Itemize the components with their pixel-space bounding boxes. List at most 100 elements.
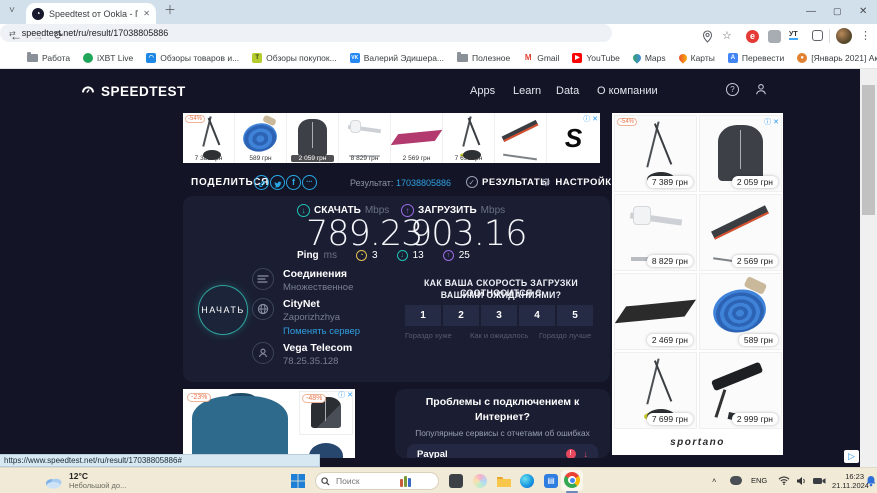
taskbar-search[interactable] bbox=[315, 472, 439, 490]
window-maximize-button[interactable]: ▢ bbox=[833, 6, 842, 17]
wifi-icon[interactable] bbox=[778, 476, 790, 485]
ad-product[interactable]: 7 699 грн bbox=[614, 352, 697, 429]
bookmark-perevesti[interactable]: АПеревести bbox=[728, 53, 784, 63]
ad-product[interactable]: -54% 7 389 грн bbox=[614, 115, 697, 192]
ad-product[interactable]: -54% 7 389 грн bbox=[183, 113, 235, 163]
ad-product[interactable]: 589 грн bbox=[699, 273, 782, 350]
ad-product[interactable]: 2 569 грн bbox=[391, 113, 443, 163]
share-facebook-icon[interactable]: f bbox=[286, 175, 301, 190]
bookmark-january[interactable]: ●[Январь 2021] Акти... bbox=[797, 53, 877, 63]
ad-product[interactable]: 589 грн bbox=[235, 113, 287, 163]
nav-data[interactable]: Data bbox=[556, 85, 579, 97]
bookmark-youtube[interactable]: ▶YouTube bbox=[572, 53, 619, 63]
bookmark-gmail[interactable]: MGmail bbox=[523, 53, 559, 63]
tray-clock[interactable]: 16:23 21.11.2024 bbox=[832, 472, 864, 490]
nav-about[interactable]: О компании bbox=[597, 85, 658, 97]
share-link-icon[interactable] bbox=[254, 175, 269, 190]
rating-4-button[interactable]: 4 bbox=[519, 305, 555, 326]
bookmark-rabota[interactable]: Работа bbox=[27, 53, 70, 63]
bookmark-star-icon[interactable]: ☆ bbox=[722, 29, 732, 42]
ad-product[interactable]: 2 059 грн bbox=[287, 113, 339, 163]
bottom-ad[interactable]: -23% -48% ⓘ ✕ bbox=[183, 389, 355, 458]
user-icon[interactable] bbox=[754, 82, 768, 96]
search-input[interactable] bbox=[334, 475, 396, 487]
results-button[interactable]: ✓ РЕЗУЛЬТАТЫ bbox=[466, 176, 550, 188]
extension-e-icon[interactable]: e bbox=[746, 30, 759, 43]
weather-widget[interactable]: 12°C Небольшой до... bbox=[44, 472, 126, 490]
tray-chevron-icon[interactable]: ˄ bbox=[712, 476, 716, 485]
tab-search-icon[interactable]: ˅ bbox=[9, 6, 15, 16]
product-price: 2 059 грн bbox=[732, 176, 778, 188]
extensions-icon[interactable] bbox=[812, 30, 823, 41]
rating-2-button[interactable]: 2 bbox=[443, 305, 479, 326]
refresh-icon[interactable]: ⟳ bbox=[54, 29, 63, 43]
bookmark-maps[interactable]: Maps bbox=[633, 53, 666, 63]
nav-learn[interactable]: Learn bbox=[513, 85, 541, 97]
browser-tab[interactable]: ◔ Speedtest от Ookla - Глобальн ✕ bbox=[26, 3, 156, 24]
share-more-icon[interactable]: ••• bbox=[302, 175, 317, 190]
language-indicator[interactable]: ENG bbox=[751, 476, 767, 485]
extension-generic-icon[interactable] bbox=[768, 30, 781, 43]
settings-button[interactable]: ⚙ НАСТРОЙКИ bbox=[541, 176, 619, 189]
bookmark-obzory-pokupok[interactable]: TОбзоры покупок... bbox=[252, 53, 337, 63]
extension-ut-icon[interactable]: УТ bbox=[789, 31, 798, 40]
ad-info-close-icons[interactable]: ⓘ ✕ bbox=[583, 114, 598, 124]
camera-icon[interactable] bbox=[813, 477, 826, 485]
bookmark-obzory-tovarov[interactable]: ◠Обзоры товаров и... bbox=[146, 53, 239, 63]
ad-hoodie-tile[interactable]: -23% bbox=[183, 389, 297, 458]
store-icon[interactable]: ▤ bbox=[544, 474, 558, 488]
ad-info-close-icons[interactable]: ⓘ ✕ bbox=[338, 390, 353, 400]
top-banner-ad[interactable]: -54% 7 389 грн 589 грн 2 059 грн 8 829 г… bbox=[183, 113, 600, 163]
chrome-icon[interactable] bbox=[564, 472, 580, 488]
copilot-icon[interactable] bbox=[473, 474, 487, 488]
tray-device-icon[interactable] bbox=[730, 476, 742, 485]
tab-close-icon[interactable]: ✕ bbox=[143, 9, 150, 19]
browser-menu-icon[interactable]: ⋮ bbox=[860, 29, 871, 42]
ad-product[interactable]: 8 829 грн bbox=[339, 113, 391, 163]
bookmark-karty[interactable]: Карты bbox=[679, 53, 715, 63]
window-minimize-button[interactable]: — bbox=[806, 6, 816, 17]
ad-product[interactable] bbox=[495, 113, 547, 163]
ad-product[interactable]: 7 699 грн bbox=[443, 113, 495, 163]
ad-brand-cell[interactable]: S ⓘ ✕ bbox=[547, 113, 600, 163]
share-twitter-icon[interactable] bbox=[270, 175, 285, 190]
bookmark-valeriy[interactable]: VKВалерий Эдишера... bbox=[350, 53, 444, 63]
bookmark-ixbt[interactable]: iXBT Live bbox=[83, 53, 133, 63]
scrollbar-thumb[interactable] bbox=[862, 85, 875, 215]
speedtest-logo[interactable]: SPEEDTEST bbox=[80, 83, 186, 99]
rating-1-button[interactable]: 1 bbox=[405, 305, 441, 326]
rating-3-button[interactable]: 3 bbox=[481, 305, 517, 326]
ad-product[interactable]: 2 569 грн bbox=[699, 194, 782, 271]
new-tab-button[interactable]: ＋ bbox=[164, 5, 176, 15]
back-icon[interactable]: ← bbox=[10, 29, 22, 43]
profile-avatar[interactable] bbox=[836, 28, 852, 44]
notification-bell-icon[interactable] bbox=[866, 475, 876, 487]
service-row-paypal[interactable]: Paypal ! ↓ bbox=[407, 444, 598, 458]
file-explorer-icon[interactable] bbox=[496, 475, 512, 488]
ad-info-close-icons[interactable]: ⓘ ✕ bbox=[764, 117, 779, 127]
result-id-link[interactable]: 17038805886 bbox=[396, 178, 451, 188]
ad-product[interactable]: 2 999 грн bbox=[699, 352, 782, 429]
sportano-brand[interactable]: sportano bbox=[614, 437, 781, 448]
result-panel: ↓ СКАЧАТЬ Mbps 789.23 ↑ ЗАГРУЗИТЬ Mbps 9… bbox=[183, 196, 610, 382]
sidebar-ad[interactable]: -54% 7 389 грн ⓘ ✕ 2 059 грн 8 829 грн 2… bbox=[612, 113, 783, 455]
taskbar-app-dark-icon[interactable] bbox=[449, 474, 463, 488]
ad-product[interactable]: 2 469 грн bbox=[614, 273, 697, 350]
page-scrollbar[interactable] bbox=[860, 69, 877, 467]
location-icon[interactable] bbox=[702, 30, 713, 43]
ad-product[interactable]: ⓘ ✕ 2 059 грн bbox=[699, 115, 782, 192]
change-server-link[interactable]: Поменять сервер bbox=[283, 326, 360, 337]
edge-icon[interactable] bbox=[520, 474, 534, 488]
address-bar[interactable]: ⇄ speedtest.net/ru/result/17038805886 bbox=[0, 24, 612, 42]
adchoices-icon[interactable]: ▷ bbox=[844, 450, 859, 463]
bookmark-poleznoe[interactable]: Полезное bbox=[457, 53, 510, 63]
forward-icon[interactable]: → bbox=[32, 29, 44, 43]
help-icon[interactable]: ? bbox=[726, 83, 739, 96]
window-close-button[interactable]: ✕ bbox=[859, 6, 867, 17]
windows-start-button[interactable] bbox=[290, 473, 306, 489]
speaker-icon[interactable] bbox=[796, 476, 807, 486]
rating-5-button[interactable]: 5 bbox=[557, 305, 593, 326]
ad-product[interactable]: 8 829 грн bbox=[614, 194, 697, 271]
nav-apps[interactable]: Apps bbox=[470, 85, 495, 97]
go-button[interactable]: НАЧАТЬ bbox=[198, 285, 248, 335]
